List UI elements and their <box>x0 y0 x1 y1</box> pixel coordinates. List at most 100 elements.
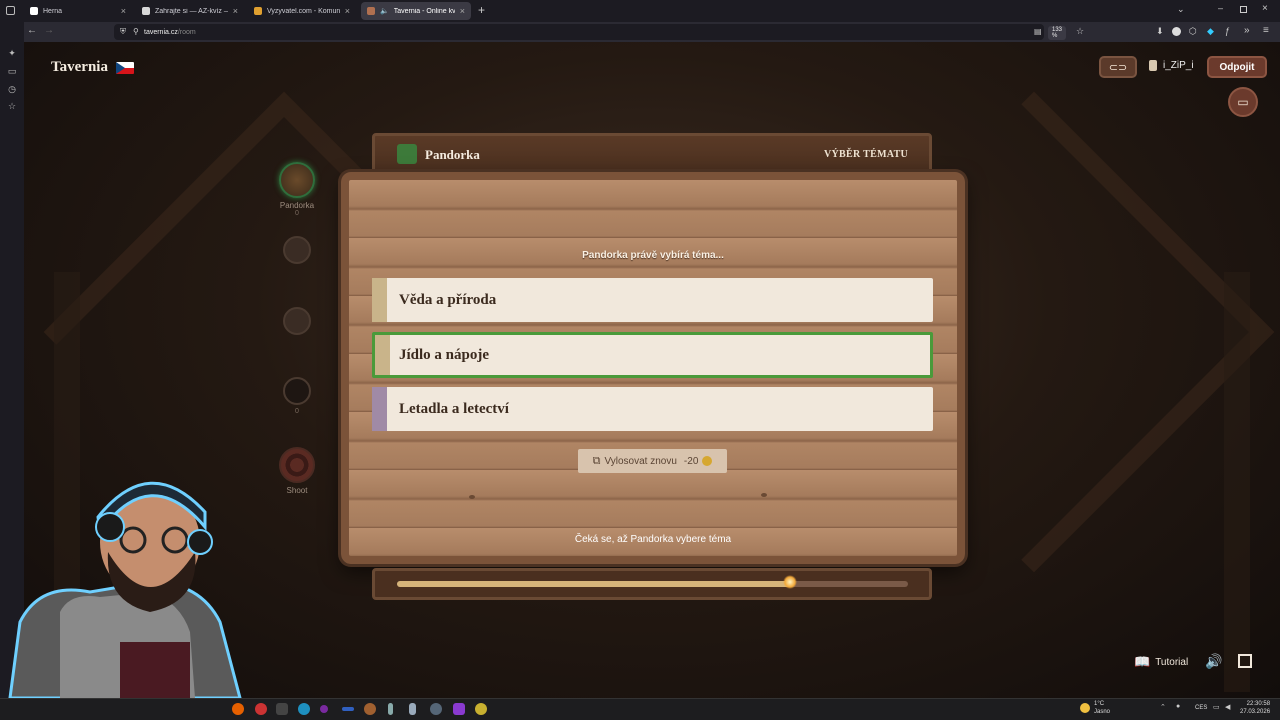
shield-icon[interactable]: ⛨ <box>120 27 126 37</box>
tab-title: Vyzyvatel.com - Komunitní věc <box>267 7 340 15</box>
address-bar[interactable]: ⛨ ⚲ tavernia.cz/room ▤ 133 % ☆ <box>114 24 1084 40</box>
back-arrow-icon[interactable]: ← <box>27 25 37 36</box>
tab-close-icon[interactable]: × <box>121 6 126 16</box>
weather-desc: Jasno <box>1094 709 1111 715</box>
dice-icon: ⧉ <box>592 454 601 467</box>
extensions-icon[interactable]: ⬇ <box>1156 26 1164 37</box>
topic-stripe <box>372 278 387 322</box>
window-maximize-icon[interactable] <box>1240 6 1247 13</box>
user-badge[interactable]: i_ZiP_i <box>1149 60 1194 71</box>
input-language[interactable]: CES <box>1195 705 1207 711</box>
tavern-post <box>1224 272 1250 692</box>
volume-icon[interactable]: ◀ <box>1225 703 1230 711</box>
board-knot <box>469 495 475 499</box>
zoom-level[interactable]: 133 % <box>1048 26 1067 40</box>
tab-close-icon[interactable]: × <box>345 6 350 16</box>
player-slot <box>277 236 317 267</box>
browser-tab[interactable]: Zahrajte si — AZ-kvíz — Český × <box>136 2 244 20</box>
app-icon[interactable] <box>430 703 442 715</box>
app-icon[interactable] <box>364 703 376 715</box>
network-icon[interactable]: ▭ <box>1213 703 1220 711</box>
phase-label: VÝBĚR TÉMATU <box>824 149 909 160</box>
app-icon[interactable] <box>453 703 465 715</box>
tutorial-button[interactable]: 📖 Tutorial <box>1134 654 1188 670</box>
disconnect-button[interactable]: Odpojit <box>1207 56 1267 78</box>
tab-close-icon[interactable]: × <box>460 6 465 16</box>
brand-logo[interactable]: Tavernia <box>51 59 134 76</box>
player-avatar <box>279 162 315 198</box>
topic-label: Letadla a letectví <box>399 400 509 417</box>
new-tab-icon[interactable]: + <box>478 3 485 17</box>
current-player-avatar <box>397 144 417 164</box>
app-icon[interactable] <box>409 703 416 715</box>
browser-tab-active[interactable]: 🔈 Tavernia - Online kvízová h × <box>361 2 471 20</box>
bookmarks-icon[interactable]: ☆ <box>7 101 17 111</box>
app-icon[interactable] <box>255 703 267 715</box>
topic-option[interactable]: Věda a příroda <box>372 278 933 322</box>
site-settings-icon[interactable]: ⚲ <box>133 27 139 36</box>
clock-date: 27.03.2026 <box>1240 709 1271 715</box>
tab-list-icon[interactable] <box>6 6 15 15</box>
tab-title: Herna <box>43 7 63 15</box>
player-slot <box>277 307 317 338</box>
reader-mode-icon[interactable]: ▤ <box>1034 27 1042 36</box>
topic-stripe <box>372 387 387 431</box>
brand-name: Tavernia <box>51 59 108 75</box>
synced-tabs-icon[interactable]: ▭ <box>7 66 17 76</box>
tab-favicon-icon <box>142 7 150 15</box>
tab-favicon-icon <box>254 7 262 15</box>
tray-chevron-icon[interactable]: ⌃ <box>1160 703 1166 711</box>
username: i_ZiP_i <box>1163 60 1194 71</box>
edge-icon[interactable] <box>298 703 310 715</box>
reroll-button[interactable]: ⧉ Vylosovat znovu -20 <box>578 449 727 473</box>
chat-button[interactable]: ▭ <box>1228 87 1258 117</box>
player-name: Pandorka <box>279 201 315 210</box>
reroll-label: Vylosovat znovu <box>604 455 677 467</box>
account-icon[interactable] <box>1172 27 1181 36</box>
tab-favicon-icon <box>30 7 38 15</box>
app-icon[interactable] <box>342 707 354 711</box>
tab-overflow-chevron-icon[interactable]: ⌄ <box>1177 4 1185 15</box>
forward-arrow-icon[interactable]: → <box>44 25 54 36</box>
app-icon[interactable] <box>475 703 487 715</box>
system-clock[interactable]: 22:30:58 27.03.2026 <box>1240 700 1270 716</box>
url-domain: tavernia.cz <box>144 28 178 36</box>
bookmark-star-icon[interactable]: ☆ <box>1076 26 1084 37</box>
player-score: 0 <box>295 210 299 217</box>
history-icon[interactable]: ◷ <box>7 84 17 94</box>
player-slot: Pandorka 0 <box>277 162 317 217</box>
window-minimize-icon[interactable]: – <box>1218 3 1223 13</box>
overflow-chevron-icon[interactable]: » <box>1244 25 1250 36</box>
book-icon: 📖 <box>1134 654 1151 669</box>
topic-label: Jídlo a nápoje <box>399 346 490 363</box>
topic-option-selected[interactable]: Jídlo a nápoje <box>372 332 933 378</box>
topic-option[interactable]: Letadla a letectví <box>372 387 933 431</box>
puzzle-icon[interactable]: ⬡ <box>1189 26 1197 37</box>
mic-icon[interactable]: ● <box>1176 703 1180 710</box>
weather-temp: 1°C <box>1094 701 1105 707</box>
fullscreen-icon[interactable] <box>1238 654 1252 668</box>
weather-widget[interactable]: 1°C Jasno <box>1080 700 1110 716</box>
browser-tab[interactable]: Herna × <box>24 2 132 20</box>
player-avatar <box>283 377 311 405</box>
app-icon[interactable] <box>388 703 393 715</box>
tab-close-icon[interactable]: × <box>233 6 238 16</box>
firefox-icon[interactable] <box>232 703 244 715</box>
browser-tab[interactable]: Vyzyvatel.com - Komunitní věc × <box>248 2 356 20</box>
coin-icon <box>702 456 713 466</box>
app-icon[interactable] <box>320 705 328 713</box>
sound-toggle-icon[interactable]: 🔊 <box>1205 653 1222 670</box>
player-slot: 0 <box>277 377 317 415</box>
czech-flag-icon <box>115 61 134 74</box>
menu-hamburger-icon[interactable]: ≡ <box>1263 25 1269 36</box>
extension-icon[interactable]: ƒ <box>1225 26 1230 36</box>
tab-favicon-icon <box>367 7 375 15</box>
extension-icon[interactable]: ◆ <box>1207 26 1214 37</box>
ai-chat-icon[interactable]: ✦ <box>7 48 17 58</box>
board-knot <box>761 493 767 497</box>
tab-audio-icon[interactable]: 🔈 <box>380 7 389 15</box>
window-close-icon[interactable]: × <box>1262 3 1268 14</box>
app-icon[interactable] <box>276 703 288 715</box>
tutorial-label: Tutorial <box>1155 656 1189 668</box>
copy-link-button[interactable]: ⊂⊃ <box>1099 56 1137 78</box>
